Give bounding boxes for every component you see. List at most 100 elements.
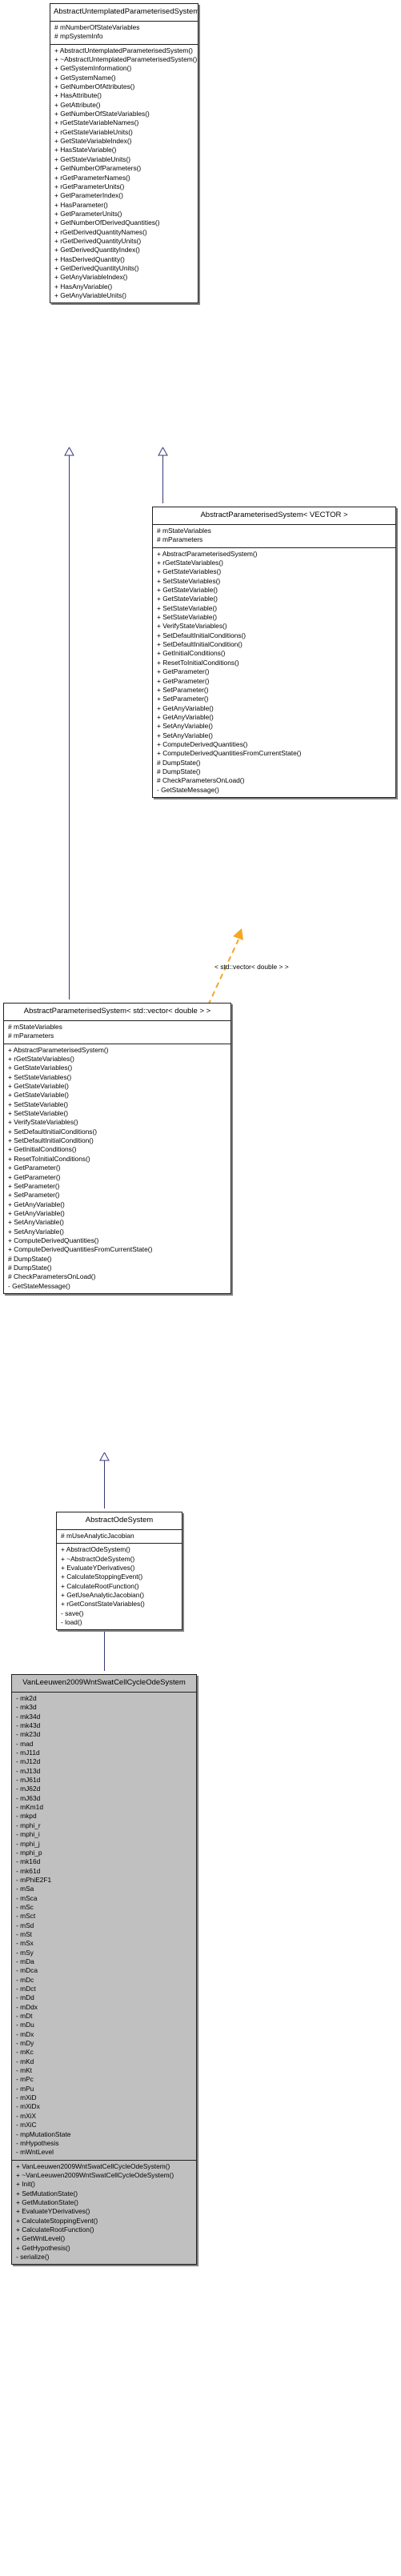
class-method: - save() bbox=[61, 1608, 84, 1617]
class-attribute: - mDdx bbox=[16, 2002, 38, 2011]
class-method: # CheckParametersOnLoad() bbox=[8, 1272, 96, 1281]
class-attribute: - mJ61d bbox=[16, 1776, 41, 1785]
class-methods: + AbstractParameterisedSystem() + rGetSt… bbox=[153, 548, 395, 797]
class-attribute: - mDc bbox=[16, 1975, 34, 1984]
class-attribute: - mk34d bbox=[16, 1712, 41, 1721]
class-title: AbstractParameterisedSystem< std::vector… bbox=[4, 1004, 231, 1021]
class-method: + CalculateStoppingEvent() bbox=[61, 1572, 143, 1581]
class-box-abstract-ode-system[interactable]: AbstractOdeSystem # mUseAnalyticJacobian… bbox=[56, 1512, 182, 1631]
class-attribute: # mpSystemInfo bbox=[54, 32, 103, 41]
class-method: - GetStateMessage() bbox=[8, 1281, 70, 1290]
uml-diagram-canvas: < std::vector< double > > AbstractUntemp… bbox=[0, 0, 401, 2576]
class-method: + GetNumberOfParameters() bbox=[54, 164, 142, 173]
class-attribute: - mDca bbox=[16, 1966, 38, 1975]
class-method: - load() bbox=[61, 1618, 82, 1627]
class-attribute: - mHypothesis bbox=[16, 2138, 59, 2147]
class-method: + SetAnyVariable() bbox=[8, 1218, 64, 1227]
class-title: AbstractUntemplatedParameterisedSystem bbox=[50, 4, 198, 22]
class-method: + rGetConstStateVariables() bbox=[61, 1600, 145, 1608]
class-method: # DumpState() bbox=[157, 758, 201, 767]
class-method: + GetAnyVariableUnits() bbox=[54, 290, 126, 299]
class-attribute: - mkpd bbox=[16, 1812, 37, 1821]
inheritance-arrowhead-ode bbox=[99, 1452, 110, 1461]
class-method: + GetDerivedQuantityUnits() bbox=[54, 263, 139, 272]
class-attribute: # mParameters bbox=[157, 535, 203, 544]
class-method: + rGetStateVariableNames() bbox=[54, 118, 139, 127]
class-attribute: - mPhiE2F1 bbox=[16, 1875, 52, 1884]
class-method: + GetAnyVariable() bbox=[8, 1208, 65, 1217]
class-method: + GetStateVariable() bbox=[157, 586, 218, 595]
class-method: + rGetParameterNames() bbox=[54, 173, 130, 182]
class-attribute: - mJ11d bbox=[16, 1749, 40, 1757]
class-method: + SetStateVariable() bbox=[8, 1100, 69, 1108]
class-box-abstract-parameterised-system-std-vector-double[interactable]: AbstractParameterisedSystem< std::vector… bbox=[3, 1003, 231, 1294]
class-methods: + AbstractOdeSystem() + ~AbstractOdeSyst… bbox=[57, 1544, 182, 1629]
class-method: + HasStateVariable() bbox=[54, 146, 117, 154]
class-method: + rGetParameterUnits() bbox=[54, 182, 125, 190]
class-attributes: # mUseAnalyticJacobian bbox=[57, 1530, 182, 1544]
class-methods: + AbstractParameterisedSystem() + rGetSt… bbox=[4, 1044, 231, 1293]
template-binding-label: < std::vector< double > > bbox=[215, 963, 289, 971]
class-method: + GetStateVariable() bbox=[157, 595, 218, 603]
class-method: + GetParameter() bbox=[157, 676, 210, 685]
class-attribute: - mWntLevel bbox=[16, 2148, 54, 2157]
class-attribute: - mXiX bbox=[16, 2111, 37, 2120]
class-method: + ComputeDerivedQuantities() bbox=[8, 1236, 99, 1244]
class-attribute: - mSa bbox=[16, 1885, 34, 1893]
class-attribute: - mphi_p bbox=[16, 1848, 42, 1857]
class-method: + GetAnyVariable() bbox=[8, 1200, 65, 1208]
class-method: + SetParameter() bbox=[157, 695, 209, 703]
class-method: + CalculateRootFunction() bbox=[16, 2225, 94, 2233]
inheritance-arrowhead-vector bbox=[158, 447, 168, 456]
class-method: + AbstractParameterisedSystem() bbox=[157, 549, 258, 558]
class-attribute: - mXiD bbox=[16, 2093, 37, 2102]
class-method: + SetParameter() bbox=[8, 1191, 60, 1200]
class-method: + GetStateVariables() bbox=[157, 567, 222, 576]
class-attribute: - mDy bbox=[16, 2039, 34, 2048]
class-method: + AbstractUntemplatedParameterisedSystem… bbox=[54, 46, 193, 54]
class-method: + SetMutationState() bbox=[16, 2189, 78, 2197]
class-attributes: # mStateVariables # mParameters bbox=[4, 1021, 231, 1044]
class-attribute: - mDt bbox=[16, 2012, 33, 2021]
class-method: + rGetStateVariables() bbox=[8, 1055, 74, 1064]
class-method: + GetStateVariable() bbox=[8, 1091, 69, 1100]
class-method: + CalculateStoppingEvent() bbox=[16, 2216, 98, 2225]
inheritance-edge-ode bbox=[104, 1460, 105, 1508]
class-method: + SetParameter() bbox=[157, 685, 209, 694]
class-method: + ResetToInitialConditions() bbox=[8, 1154, 90, 1163]
class-method: + GetInitialConditions() bbox=[157, 649, 226, 658]
class-methods: + VanLeeuwen2009WntSwatCellCycleOdeSyste… bbox=[12, 2161, 196, 2265]
class-method: + VerifyStateVariables() bbox=[8, 1118, 78, 1127]
class-attribute: # mStateVariables bbox=[8, 1023, 62, 1031]
class-method: + SetStateVariable() bbox=[157, 603, 218, 612]
class-attribute: - mphi_j bbox=[16, 1839, 40, 1848]
class-method: + rGetDerivedQuantityNames() bbox=[54, 227, 147, 236]
class-attributes: # mNumberOfStateVariables # mpSystemInfo bbox=[50, 22, 198, 45]
class-method: + GetParameter() bbox=[157, 667, 210, 676]
class-box-abstract-untemplated-parameterised-system[interactable]: AbstractUntemplatedParameterisedSystem #… bbox=[50, 3, 198, 304]
class-method: + GetNumberOfStateVariables() bbox=[54, 110, 150, 118]
class-method: + ~AbstractUntemplatedParameterisedSyste… bbox=[54, 55, 198, 64]
class-attribute: - mk2d bbox=[16, 1694, 37, 1702]
class-method: + GetMutationState() bbox=[16, 2197, 78, 2206]
class-method: + GetNumberOfAttributes() bbox=[54, 82, 135, 91]
class-attribute: - mJ13d bbox=[16, 1766, 41, 1775]
class-attribute: # mStateVariables bbox=[157, 527, 211, 535]
class-attribute: - mad bbox=[16, 1739, 34, 1748]
class-attribute: - mpMutationState bbox=[16, 2129, 71, 2138]
class-method: + GetAnyVariable() bbox=[157, 703, 214, 712]
class-method: + AbstractParameterisedSystem() bbox=[8, 1045, 109, 1054]
class-method: + SetDefaultInitialCondition() bbox=[157, 640, 243, 649]
class-method: + CalculateRootFunction() bbox=[61, 1581, 139, 1590]
class-attribute: - mJ62d bbox=[16, 1785, 41, 1793]
class-method: + GetParameter() bbox=[8, 1172, 61, 1181]
class-box-abstract-parameterised-system-vector[interactable]: AbstractParameterisedSystem< VECTOR > # … bbox=[152, 507, 396, 798]
class-method: + GetStateVariableUnits() bbox=[54, 154, 131, 163]
class-attribute: - mJ63d bbox=[16, 1793, 41, 1802]
class-methods: + AbstractUntemplatedParameterisedSystem… bbox=[50, 45, 198, 303]
class-method: + SetStateVariables() bbox=[8, 1072, 72, 1081]
class-attribute: - mSc bbox=[16, 1902, 34, 1911]
class-method: + VerifyStateVariables() bbox=[157, 622, 227, 631]
class-method: # DumpState() bbox=[157, 767, 201, 775]
class-box-van-leeuwen-2009-wnt-swat-cell-cycle-ode-system[interactable]: VanLeeuwen2009WntSwatCellCycleOdeSystem … bbox=[11, 1674, 197, 2266]
